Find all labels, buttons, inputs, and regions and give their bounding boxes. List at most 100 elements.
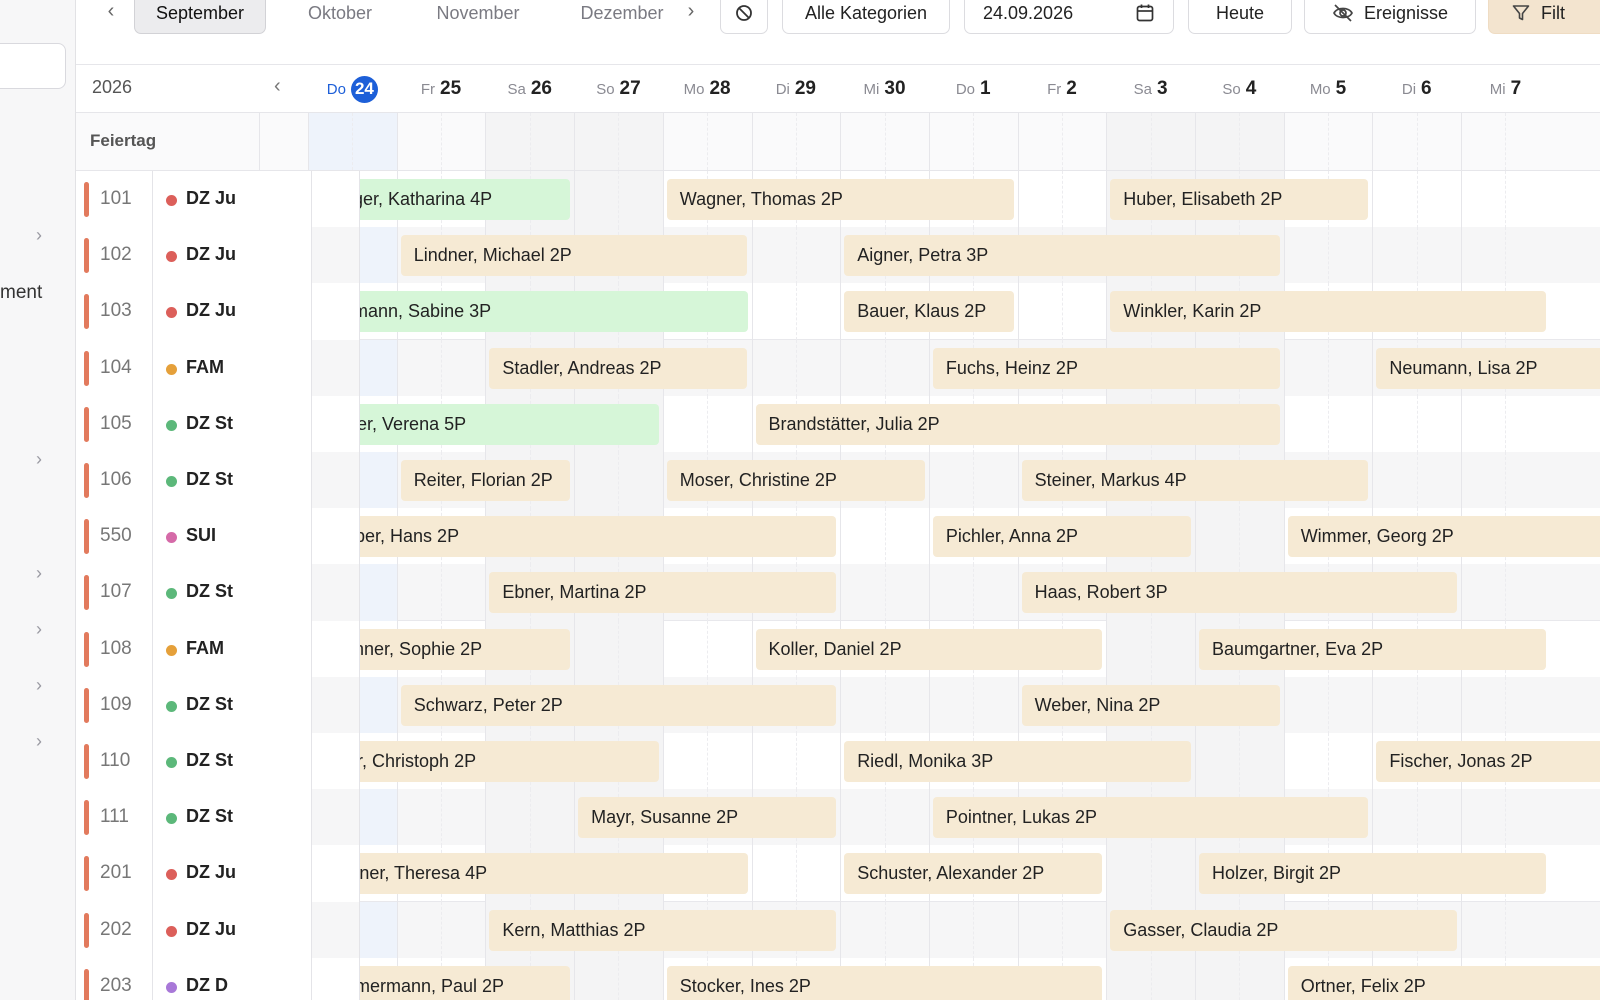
room-header[interactable]: 201 DZ Ju: [76, 845, 312, 903]
day-header-13[interactable]: Mi 7: [1461, 76, 1550, 102]
booking-bar[interactable]: Stadler, Andreas 2P: [489, 347, 748, 389]
prev-day-button[interactable]: ‹: [274, 75, 281, 98]
room-header[interactable]: 102 DZ Ju: [76, 227, 312, 285]
next-month-button[interactable]: ›: [680, 0, 702, 24]
day-header-3[interactable]: So 27: [574, 76, 663, 102]
booking-bar[interactable]: Aigner, Petra 3P: [844, 235, 1280, 277]
booking-bar[interactable]: Ortner, Felix 2P: [1287, 965, 1600, 1000]
booking-bar[interactable]: Wimmer, Georg 2P: [1287, 516, 1600, 558]
half-day-divider: [1239, 957, 1241, 1000]
booking-bar[interactable]: Moser, Christine 2P: [666, 460, 925, 501]
booking-bar[interactable]: Kern, Matthias 2P: [489, 909, 837, 951]
booking-bar[interactable]: Lindner, Michael 2P: [400, 235, 748, 277]
booking-bar[interactable]: Holzer, Birgit 2P: [1199, 853, 1546, 895]
half-day-divider: [1061, 901, 1063, 959]
filter-button[interactable]: Filt: [1488, 0, 1600, 34]
room-header[interactable]: 109 DZ St: [76, 676, 312, 734]
day-header-12[interactable]: Di 6: [1372, 76, 1461, 102]
day-header-8[interactable]: Fr 2: [1018, 76, 1107, 102]
booking-bar[interactable]: Brandstätter, Julia 2P: [755, 403, 1280, 445]
booking-bar[interactable]: Reiter, Florian 2P: [400, 460, 571, 501]
day-header-4[interactable]: Mo 28: [663, 76, 752, 102]
day-header-1[interactable]: Fr 25: [397, 76, 486, 102]
day-header-0[interactable]: Do 24: [308, 75, 397, 103]
room-header[interactable]: 101 DZ Ju: [76, 171, 312, 228]
day-header-7[interactable]: Do 1: [929, 76, 1018, 102]
month-tab-oktober[interactable]: Oktober: [284, 0, 396, 34]
room-header[interactable]: 203 DZ D: [76, 957, 312, 1000]
events-toggle-button[interactable]: Ereignisse: [1304, 0, 1476, 34]
room-header[interactable]: 103 DZ Ju: [76, 283, 312, 341]
booking-bar[interactable]: Pichler, Anna 2P: [932, 516, 1191, 558]
chevron-right-icon[interactable]: ›: [36, 226, 50, 244]
sidebar-item-label[interactable]: ment: [0, 282, 42, 304]
chevron-right-icon[interactable]: ›: [36, 564, 50, 582]
room-header[interactable]: 104 FAM: [76, 339, 312, 397]
booking-bar[interactable]: Mayr, Susanne 2P: [578, 797, 837, 839]
cancel-filter-button[interactable]: [720, 0, 768, 34]
booking-bar[interactable]: Egger, Verena 5P: [312, 403, 659, 445]
half-day-divider: [884, 113, 886, 170]
room-header[interactable]: 107 DZ St: [76, 564, 312, 622]
category-select[interactable]: Alle Kategorien: [782, 0, 950, 34]
room-header[interactable]: 105 DZ St: [76, 395, 312, 453]
booking-bar[interactable]: Fischer, Jonas 2P: [1376, 741, 1600, 782]
booking-bar[interactable]: Schwarz, Peter 2P: [400, 684, 837, 726]
booking-bar[interactable]: Wallner, Theresa 4P: [312, 853, 748, 895]
booking-bar[interactable]: Pointner, Lukas 2P: [932, 797, 1369, 839]
room-header[interactable]: 550 SUI: [76, 508, 312, 566]
booking-bar[interactable]: Huber, Elisabeth 2P: [1110, 179, 1369, 220]
booking-bar[interactable]: Haas, Robert 3P: [1021, 572, 1458, 614]
booking-bar[interactable]: Wagner, Thomas 2P: [666, 179, 1014, 220]
half-day-divider: [1150, 620, 1152, 678]
room-gap-cell: [312, 395, 360, 453]
date-input-value: 24.09.2026: [983, 2, 1074, 23]
booking-bar[interactable]: Steiner, Markus 4P: [1021, 460, 1369, 501]
column-divider: [1461, 113, 1463, 170]
half-day-divider: [1505, 227, 1507, 285]
column-divider: [1283, 733, 1285, 790]
category-dot: [166, 532, 177, 544]
room-header[interactable]: 106 DZ St: [76, 452, 312, 509]
month-tab-dezember[interactable]: Dezember: [560, 0, 684, 34]
column-divider: [396, 789, 398, 847]
today-button[interactable]: Heute: [1188, 0, 1292, 34]
day-header-10[interactable]: So 4: [1195, 76, 1284, 102]
booking-bar[interactable]: Riedl, Monika 3P: [844, 741, 1191, 782]
day-number: 2: [1066, 78, 1077, 99]
room-header[interactable]: 111 DZ St: [76, 789, 312, 847]
room-header[interactable]: 202 DZ Ju: [76, 901, 312, 959]
day-header-5[interactable]: Di 29: [752, 76, 841, 102]
booking-bar[interactable]: Bauer, Klaus 2P: [844, 291, 1014, 333]
booking-bar[interactable]: Winkler, Karin 2P: [1110, 291, 1546, 333]
booking-bar[interactable]: Gasser, Claudia 2P: [1110, 909, 1458, 951]
booking-bar[interactable]: Neumann, Lisa 2P: [1376, 347, 1600, 389]
day-header-11[interactable]: Mo 5: [1284, 76, 1373, 102]
month-tab-september[interactable]: September: [134, 0, 266, 34]
room-header[interactable]: 110 DZ St: [76, 733, 312, 790]
prev-month-button[interactable]: ‹: [100, 0, 122, 24]
room-header[interactable]: 108 FAM: [76, 620, 312, 678]
booking-bar[interactable]: Stocker, Ines 2P: [666, 965, 1103, 1000]
booking-bar[interactable]: Gruber, Hans 2P: [312, 516, 837, 558]
booking-bar[interactable]: Hofmann, Sabine 3P: [312, 291, 748, 333]
chevron-right-icon[interactable]: ›: [36, 620, 50, 638]
day-header-2[interactable]: Sa 26: [485, 76, 574, 102]
booking-bar[interactable]: Ebner, Martina 2P: [489, 572, 837, 614]
column-divider: [840, 845, 842, 903]
booking-bar[interactable]: Weber, Nina 2P: [1021, 684, 1280, 726]
booking-bar[interactable]: Auer, Christoph 2P: [312, 741, 659, 782]
day-header-9[interactable]: Sa 3: [1106, 76, 1195, 102]
date-input[interactable]: 24.09.2026: [964, 0, 1174, 34]
chevron-right-icon[interactable]: ›: [36, 732, 50, 750]
booking-bar[interactable]: Fuchs, Heinz 2P: [932, 347, 1280, 389]
column-divider: [1461, 395, 1463, 453]
sidebar-search-input[interactable]: [0, 43, 66, 89]
booking-bar[interactable]: Schuster, Alexander 2P: [844, 853, 1103, 895]
day-header-6[interactable]: Mi 30: [840, 76, 929, 102]
booking-bar[interactable]: Baumgartner, Eva 2P: [1199, 628, 1546, 670]
booking-bar[interactable]: Koller, Daniel 2P: [755, 628, 1103, 670]
chevron-right-icon[interactable]: ›: [36, 450, 50, 468]
chevron-right-icon[interactable]: ›: [36, 676, 50, 694]
month-tab-november[interactable]: November: [412, 0, 544, 34]
